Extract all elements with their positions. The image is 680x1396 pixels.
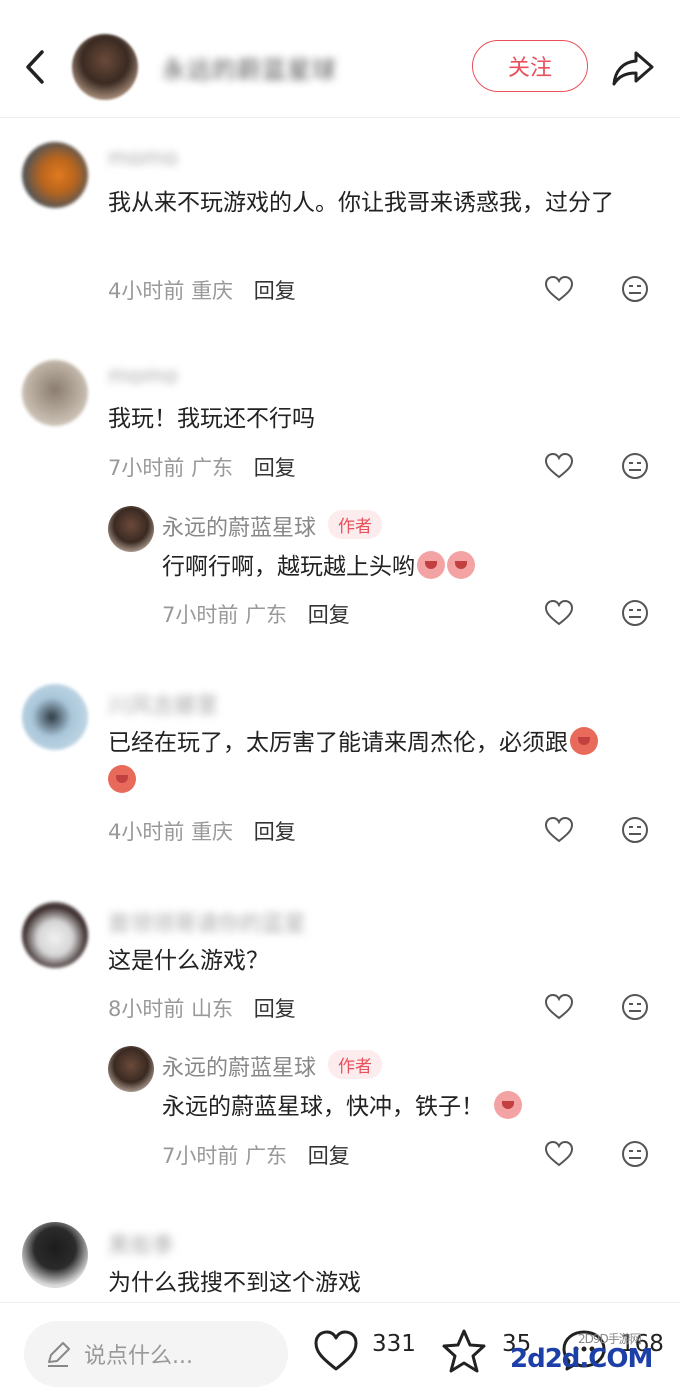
reply-text-content: 永远的蔚蓝星球，快冲，铁子！ [162,1094,484,1120]
user-avatar[interactable] [22,142,88,208]
heart-icon[interactable] [544,598,574,628]
comment-text[interactable]: 已经在玩了，太厉害了能请来周杰伦，必须跟 [108,724,654,800]
author-badge: 作者 [328,1050,383,1079]
user-avatar[interactable] [22,360,88,426]
comment-username[interactable]: momo [108,146,178,171]
heart-icon[interactable] [544,274,574,304]
user-avatar[interactable] [22,1222,88,1288]
comment-text[interactable]: 这是什么游戏？ [108,942,648,980]
sticker-emoji-icon [108,765,136,793]
reply-meta: 7小时前 广东 回复 [162,599,350,629]
comment-meta: 4小时前 重庆 回复 [108,275,296,305]
reply-button[interactable]: 回复 [308,603,350,627]
sticker-emoji-icon [570,727,598,755]
reply-username[interactable]: 永远的蔚蓝星球 作者 [162,510,383,542]
reply-button[interactable]: 回复 [254,279,296,303]
heart-icon[interactable] [544,1139,574,1169]
follow-button[interactable]: 关注 [472,40,588,92]
author-avatar[interactable] [72,34,138,100]
emoji-reaction-icon[interactable] [620,1139,650,1169]
emoji-reaction-icon[interactable] [620,992,650,1022]
share-icon[interactable] [610,44,656,90]
reply-location: 广东 [245,603,288,627]
sticker-emoji-icon [494,1091,522,1119]
sticker-emoji-icon [417,551,445,579]
reply-time: 7小时前 [162,603,239,627]
comment-username[interactable]: 川风吉娜里 [108,688,218,720]
reply-username[interactable]: 永远的蔚蓝星球 作者 [162,1050,383,1082]
reply-text[interactable]: 行啊行啊，越玩越上头哟 [162,548,642,586]
comment-text[interactable]: 我玩！我玩还不行吗 [108,400,648,438]
author-reply-avatar[interactable] [108,1046,154,1092]
top-bar: 永远的蔚蓝星球 关注 [0,0,680,118]
comment-meta: 8小时前 山东 回复 [108,993,296,1023]
like-heart-icon[interactable] [312,1327,360,1375]
star-icon[interactable] [440,1327,488,1375]
reply-button[interactable]: 回复 [254,456,296,480]
emoji-reaction-icon[interactable] [620,451,650,481]
comment-text[interactable]: 我从来不玩游戏的人。你让我哥来诱惑我，过分了 [108,184,648,222]
comment-time: 4小时前 [108,279,185,303]
comment-input[interactable]: 说点什么... [24,1321,288,1387]
site-watermark: 2d2d.COM 2D9D手游网 [510,1332,653,1374]
comment-time: 4小时前 [108,820,185,844]
comment-location: 重庆 [191,820,234,844]
author-reply-avatar[interactable] [108,506,154,552]
heart-icon[interactable] [544,815,574,845]
author-name[interactable]: 永远的蔚蓝星球 [162,50,337,85]
like-count: 331 [372,1331,416,1357]
comment-time: 8小时前 [108,997,185,1021]
reply-button[interactable]: 回复 [308,1144,350,1168]
comment-location: 山东 [191,997,234,1021]
author-badge: 作者 [328,510,383,539]
comment-input-placeholder: 说点什么... [84,1344,193,1369]
comment-username[interactable]: 首领领哥请你的蓝星 [108,906,306,938]
comment-time: 7小时前 [108,456,185,480]
pencil-icon [48,1342,70,1367]
comment-text[interactable]: 为什么我搜不到这个游戏 [108,1264,648,1302]
comment-text-content: 已经在玩了，太厉害了能请来周杰伦，必须跟 [108,730,568,756]
reply-button[interactable]: 回复 [254,997,296,1021]
back-arrow-icon[interactable] [18,44,52,90]
reply-text-content: 行啊行啊，越玩越上头哟 [162,554,415,580]
comment-location: 重庆 [191,279,234,303]
comment-meta: 4小时前 重庆 回复 [108,816,296,846]
comment-location: 广东 [191,456,234,480]
watermark-main: 2d2d.COM [510,1344,653,1374]
heart-icon[interactable] [544,451,574,481]
emoji-reaction-icon[interactable] [620,274,650,304]
reply-time: 7小时前 [162,1144,239,1168]
reply-text[interactable]: 永远的蔚蓝星球，快冲，铁子！ [162,1088,642,1126]
reply-username-text: 永远的蔚蓝星球 [162,1056,317,1081]
comment-username[interactable]: 黑街季 [108,1228,174,1260]
watermark-sub: 2D9D手游网 [578,1332,642,1346]
heart-icon[interactable] [544,992,574,1022]
user-avatar[interactable] [22,902,88,968]
sticker-emoji-icon [447,551,475,579]
emoji-reaction-icon[interactable] [620,598,650,628]
reply-button[interactable]: 回复 [254,820,296,844]
reply-location: 广东 [245,1144,288,1168]
comment-username[interactable]: momo [108,364,178,389]
emoji-reaction-icon[interactable] [620,815,650,845]
reply-username-text: 永远的蔚蓝星球 [162,516,317,541]
reply-meta: 7小时前 广东 回复 [162,1140,350,1170]
comment-meta: 7小时前 广东 回复 [108,452,296,482]
user-avatar[interactable] [22,684,88,750]
